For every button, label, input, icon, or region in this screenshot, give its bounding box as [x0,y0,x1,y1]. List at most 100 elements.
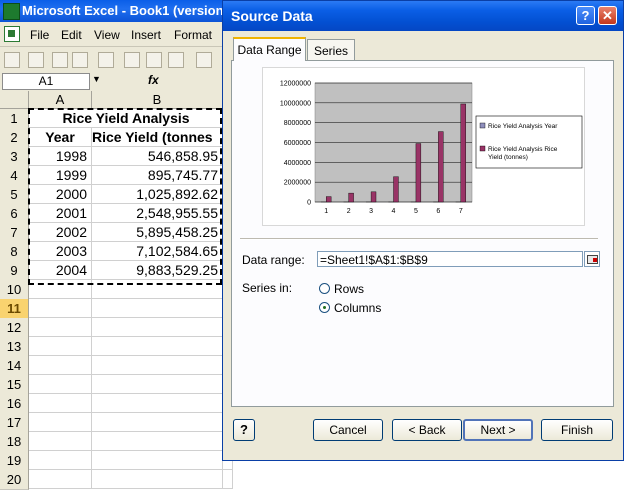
name-box[interactable]: A1 [2,73,90,90]
menu-edit[interactable]: Edit [61,28,82,42]
row-header[interactable]: 9 [0,261,29,281]
menu-format[interactable]: Format [174,28,212,42]
row-header[interactable]: 16 [0,394,29,414]
cell-b20[interactable] [92,470,223,489]
cell-b16[interactable] [92,394,223,413]
cell-a8[interactable]: 2003 [29,242,92,261]
row-header[interactable]: 11 [0,299,29,319]
cell-a20[interactable] [29,470,92,489]
dialog-title-bar[interactable]: Source Data ? ✕ [223,1,623,31]
cell-b3[interactable]: 546,858.95 [92,147,223,166]
row-header[interactable]: 10 [0,280,29,300]
spelling-icon[interactable] [168,52,184,68]
collapse-dialog-icon[interactable] [584,251,600,267]
cell-b9[interactable]: 9,883,529.25 [92,261,223,280]
menu-view[interactable]: View [94,28,120,42]
cancel-button[interactable]: Cancel [313,419,383,441]
cell-a15[interactable] [29,375,92,394]
cell-b12[interactable] [92,318,223,337]
row-header[interactable]: 12 [0,318,29,338]
row-header[interactable]: 3 [0,147,29,167]
x-tick-label: 7 [459,208,463,215]
cell-b5[interactable]: 1,025,892.62 [92,185,223,204]
cell-a14[interactable] [29,356,92,375]
cell-a3[interactable]: 1998 [29,147,92,166]
tab-series[interactable]: Series [307,39,355,61]
column-header-b[interactable]: B [92,91,223,109]
series-rows-radio[interactable] [319,283,330,294]
cell-b10[interactable] [92,280,223,299]
permission-icon[interactable] [72,52,88,68]
open-icon[interactable] [28,52,44,68]
cell-a12[interactable] [29,318,92,337]
cell-b11[interactable] [92,299,223,318]
row-header[interactable]: 1 [0,109,29,129]
cell-b6[interactable]: 2,548,955.55 [92,204,223,223]
cell-a13[interactable] [29,337,92,356]
cell-b15[interactable] [92,375,223,394]
office-assistant-help-button[interactable]: ? [233,419,255,441]
cell-a6[interactable]: 2001 [29,204,92,223]
next-button[interactable]: Next > [463,419,533,441]
cell-a7[interactable]: 2002 [29,223,92,242]
new-icon[interactable] [4,52,20,68]
cell-a18[interactable] [29,432,92,451]
print-preview-icon[interactable] [146,52,162,68]
cell-b13[interactable] [92,337,223,356]
cut-icon[interactable] [196,52,212,68]
email-icon[interactable] [98,52,114,68]
cell-a5[interactable]: 2000 [29,185,92,204]
cell-a4[interactable]: 1999 [29,166,92,185]
row-header[interactable]: 17 [0,413,29,433]
cell-b2[interactable]: Rice Yield (tonnes [92,128,223,147]
help-title-button[interactable]: ? [576,6,595,25]
select-all-corner[interactable] [0,91,29,109]
row-header[interactable]: 7 [0,223,29,243]
row-header[interactable]: 6 [0,204,29,224]
menu-insert[interactable]: Insert [131,28,161,42]
row-header[interactable]: 4 [0,166,29,186]
cell-b4[interactable]: 895,745.77 [92,166,223,185]
cell-a17[interactable] [29,413,92,432]
row-header[interactable]: 18 [0,432,29,452]
row-header[interactable]: 20 [0,470,29,490]
cell-a11[interactable] [29,299,92,318]
column-header-a[interactable]: A [29,91,92,109]
sheet-title-cell[interactable]: Rice Yield Analysis [29,109,223,128]
row-header[interactable]: 14 [0,356,29,376]
cell-a2[interactable]: Year [29,128,92,147]
print-icon[interactable] [124,52,140,68]
tab-data-range[interactable]: Data Range [233,37,306,61]
row-header[interactable]: 2 [0,128,29,148]
worksheet-grid[interactable]: A B 1Rice Yield Analysis2YearRice Yield … [0,91,230,461]
workbook-icon[interactable] [4,26,20,42]
cell-b18[interactable] [92,432,223,451]
data-range-input[interactable]: =Sheet1!$A$1:$B$9 [317,251,583,267]
name-box-dropdown-icon[interactable]: ▼ [92,74,101,84]
x-tick-label: 1 [324,208,328,215]
insert-function-icon[interactable]: fx [148,73,159,87]
save-icon[interactable] [52,52,68,68]
cell-b14[interactable] [92,356,223,375]
close-button[interactable]: ✕ [598,6,617,25]
back-button[interactable]: < Back [392,419,462,441]
cell-b17[interactable] [92,413,223,432]
y-tick-label: 2000000 [284,180,311,187]
row-header[interactable]: 5 [0,185,29,205]
cell-a9[interactable]: 2004 [29,261,92,280]
row-header[interactable]: 15 [0,375,29,395]
cell-b7[interactable]: 5,895,458.25 [92,223,223,242]
series-columns-label[interactable]: Columns [334,301,381,315]
cell-c20[interactable] [223,470,233,489]
cell-a16[interactable] [29,394,92,413]
row-header[interactable]: 19 [0,451,29,471]
row-header[interactable]: 13 [0,337,29,357]
finish-button[interactable]: Finish [541,419,613,441]
legend-swatch-series1 [480,123,485,128]
row-header[interactable]: 8 [0,242,29,262]
cell-a10[interactable] [29,280,92,299]
menu-file[interactable]: File [30,28,49,42]
series-columns-radio[interactable] [319,302,330,313]
cell-b8[interactable]: 7,102,584.65 [92,242,223,261]
series-rows-label[interactable]: Rows [334,282,364,296]
